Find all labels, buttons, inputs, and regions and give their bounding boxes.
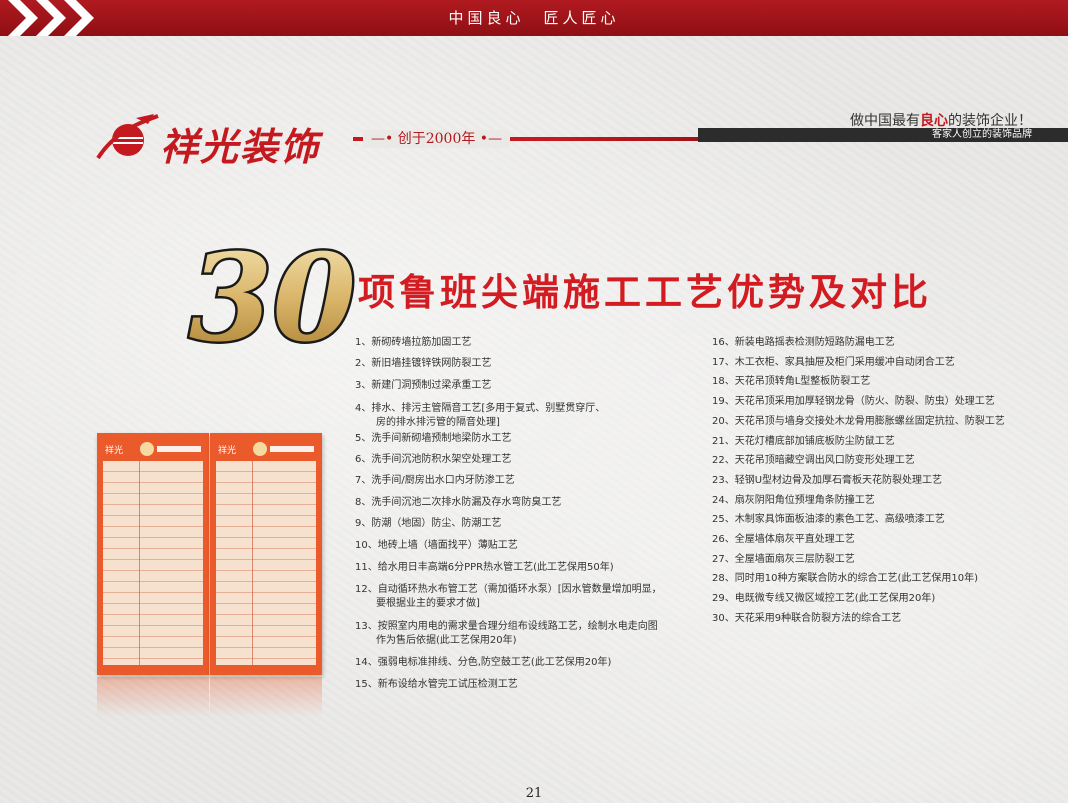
list-item: 24、扇灰阴阳角位预埋角条防撞工艺 <box>712 495 875 506</box>
poster-header-icon: 祥光 <box>105 442 201 456</box>
poster-left: 祥光 <box>97 433 209 675</box>
poster-table <box>216 461 316 665</box>
number-30-text: 30 <box>189 240 355 360</box>
list-item: 9、防潮（地固）防尘、防潮工艺 <box>355 517 501 531</box>
number-30-graphic: 30 <box>187 240 356 360</box>
poster-left-reflection <box>97 677 209 717</box>
list-item: 18、天花吊顶转角L型整板防裂工艺 <box>712 376 871 387</box>
list-item: 10、地砖上墙（墙面找平）薄贴工艺 <box>355 539 518 553</box>
list-item-line: 7、洗手间/厨房出水口内牙防渗工艺 <box>355 475 515 486</box>
list-item: 4、排水、排污主管隔音工艺[多用于复式、别墅贯穿厅、房的排水排污管的隔音处理] <box>355 402 605 430</box>
list-item: 2、新旧墙挂镀锌铁网防裂工艺 <box>355 357 491 371</box>
list-item-line: 10、地砖上墙（墙面找平）薄贴工艺 <box>355 540 518 551</box>
svg-text:祥光: 祥光 <box>218 444 236 456</box>
list-item-line: 8、洗手间沉池二次排水防漏及存水弯防臭工艺 <box>355 497 562 508</box>
list-item: 3、新建门洞预制过梁承重工艺 <box>355 379 491 393</box>
svg-text:祥光: 祥光 <box>105 444 123 456</box>
list-item: 7、洗手间/厨房出水口内牙防渗工艺 <box>355 474 515 488</box>
list-item: 30、天花采用9种联合防裂方法的综合工艺 <box>712 613 902 624</box>
tagline-bar: 客家人创立的装饰品牌 <box>698 128 1068 142</box>
list-item: 6、洗手间沉池防积水架空处理工艺 <box>355 453 511 467</box>
list-item-line: 15、新布设给水管完工试压检测工艺 <box>355 679 518 690</box>
list-item: 12、自动循环热水布管工艺（需加循环水泵）[因水管数量增加明显， 要根据业主的要求… <box>355 583 662 611</box>
list-item-line: 1、新砌砖墙拉筋加固工艺 <box>355 337 472 348</box>
list-item-line: 4、排水、排污主管隔音工艺[多用于复式、别墅贯穿厅、 <box>355 403 606 414</box>
list-item-line: 要根据业主的要求才做] <box>376 598 480 609</box>
list-item-line: 13、按照室内用电的需求量合理分组布设线路工艺，绘制水电走向图 <box>355 621 658 632</box>
company-slogan: 做中国最有良心的装饰企业！ <box>850 113 1032 129</box>
list-item: 14、强弱电标准排线、分色,防空鼓工艺(此工艺保用20年) <box>355 656 611 670</box>
list-item-line: 作为售后依据(此工艺保用20年) <box>376 635 517 646</box>
list-item: 25、木制家具饰面板油漆的素色工艺、高级喷漆工艺 <box>712 514 945 525</box>
list-item: 15、新布设给水管完工试压检测工艺 <box>355 678 518 692</box>
founded-ribbon: —• 创于2000年 •— <box>353 130 718 148</box>
top-banner: 中国良心 匠人匠心 <box>0 0 1068 36</box>
founded-dot: —• <box>371 131 398 147</box>
tagline-text: 客家人创立的装饰品牌 <box>932 129 1032 140</box>
list-item: 27、全屋墙面扇灰三层防裂工艺 <box>712 554 855 565</box>
poster-right: 祥光 <box>210 433 322 675</box>
list-item-line: 9、防潮（地固）防尘、防潮工艺 <box>355 518 502 529</box>
list-item: 29、电既微专线又微区域控工艺(此工艺保用20年) <box>712 593 936 604</box>
list-item: 22、天花吊顶暗藏空调出风口防变形处理工艺 <box>712 455 915 466</box>
founded-text: 创于2000年 <box>397 131 476 147</box>
craft-list-right: 16、新装电路摇表检测防短路防漏电工艺 17、木工衣柜、家具抽屉及柜门采用缓冲自动… <box>712 336 1052 636</box>
list-item: 23、轻钢U型材边骨及加厚石膏板天花防裂处理工艺 <box>712 475 943 486</box>
list-item-line: 3、新建门洞预制过梁承重工艺 <box>355 380 492 391</box>
list-item: 16、新装电路摇表检测防短路防漏电工艺 <box>712 337 895 348</box>
list-item: 5、洗手间新砌墙预制地梁防水工艺 <box>355 432 511 446</box>
list-item: 19、天花吊顶采用加厚轻钢龙骨（防火、防裂、防虫）处理工艺 <box>712 396 995 407</box>
list-item: 26、全屋墙体扇灰平直处理工艺 <box>712 534 855 545</box>
list-item-line: 6、洗手间沉池防积水架空处理工艺 <box>355 454 512 465</box>
list-item: 21、天花灯槽底部加铺底板防尘防鼠工艺 <box>712 436 895 447</box>
brand-name: 祥光装饰 <box>160 124 321 169</box>
list-item-line: 11、给水用日丰高端6分PPR热水管工艺(此工艺保用50年) <box>355 562 614 573</box>
poster-table <box>103 461 203 665</box>
list-item: 11、给水用日丰高端6分PPR热水管工艺(此工艺保用50年) <box>355 561 614 575</box>
top-banner-slogan: 中国良心 匠人匠心 <box>448 9 620 27</box>
list-item-line: 14、强弱电标准排线、分色,防空鼓工艺(此工艺保用20年) <box>355 657 612 668</box>
list-item-line: 房的排水排污管的隔音处理] <box>376 417 500 428</box>
list-item-line: 2、新旧墙挂镀锌铁网防裂工艺 <box>355 358 492 369</box>
poster-header-icon: 祥光 <box>218 442 314 456</box>
list-item-line: 12、自动循环热水布管工艺（需加循环水泵）[因水管数量增加明显， <box>355 584 662 595</box>
page-heading: 项鲁班尖端施工工艺优势及对比 <box>358 271 932 314</box>
list-item: 1、新砌砖墙拉筋加固工艺 <box>355 336 471 350</box>
list-item: 20、天花吊顶与墙身交接处木龙骨用膨胀螺丝固定抗拉、防裂工艺 <box>712 416 1005 427</box>
list-item: 8、洗手间沉池二次排水防漏及存水弯防臭工艺 <box>355 496 561 510</box>
list-item: 17、木工衣柜、家具抽屉及柜门采用缓冲自动闭合工艺 <box>712 357 955 368</box>
list-item-line: 5、洗手间新砌墙预制地梁防水工艺 <box>355 433 512 444</box>
page-number: 21 <box>525 786 543 801</box>
list-item: 13、按照室内用电的需求量合理分组布设线路工艺，绘制水电走向图作为售后依据(此工… <box>355 620 658 648</box>
craft-list-left: 1、新砌砖墙拉筋加固工艺 2、新旧墙挂镀锌铁网防裂工艺 3、新建门洞预制过梁承重工艺… <box>355 336 695 696</box>
poster-right-reflection <box>210 677 322 717</box>
list-item: 28、同时用10种方案联合防水的综合工艺(此工艺保用10年) <box>712 573 978 584</box>
